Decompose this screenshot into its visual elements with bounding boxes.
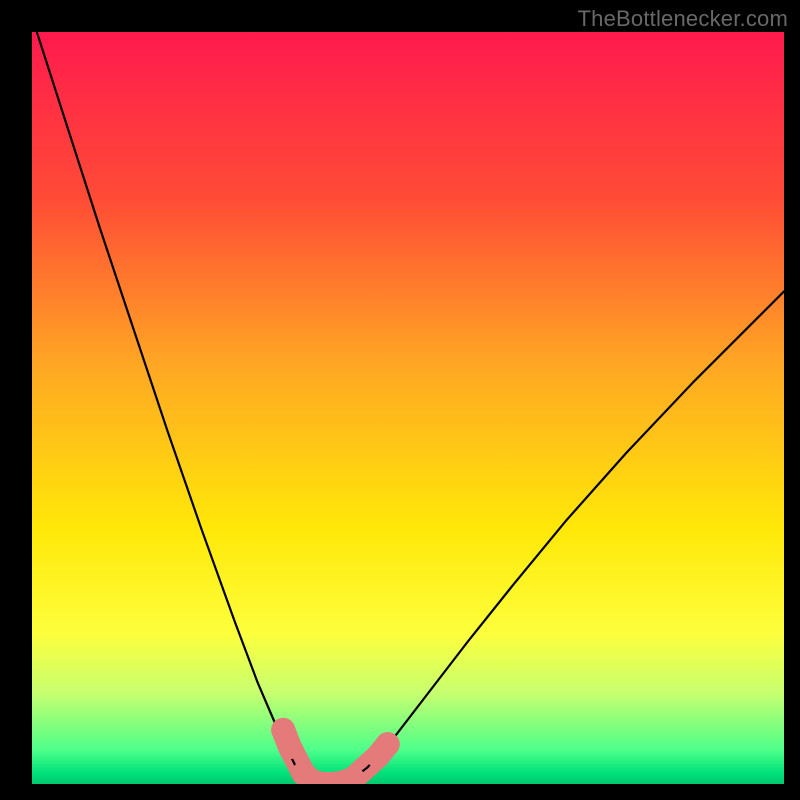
chart-frame: TheBottlenecker.com xyxy=(0,0,800,800)
marker-dot xyxy=(376,732,400,756)
gradient-background xyxy=(32,32,784,784)
attribution-text: TheBottlenecker.com xyxy=(578,6,788,32)
plot-area xyxy=(32,32,784,784)
marker-dot xyxy=(278,735,302,759)
bottleneck-chart xyxy=(32,32,784,784)
